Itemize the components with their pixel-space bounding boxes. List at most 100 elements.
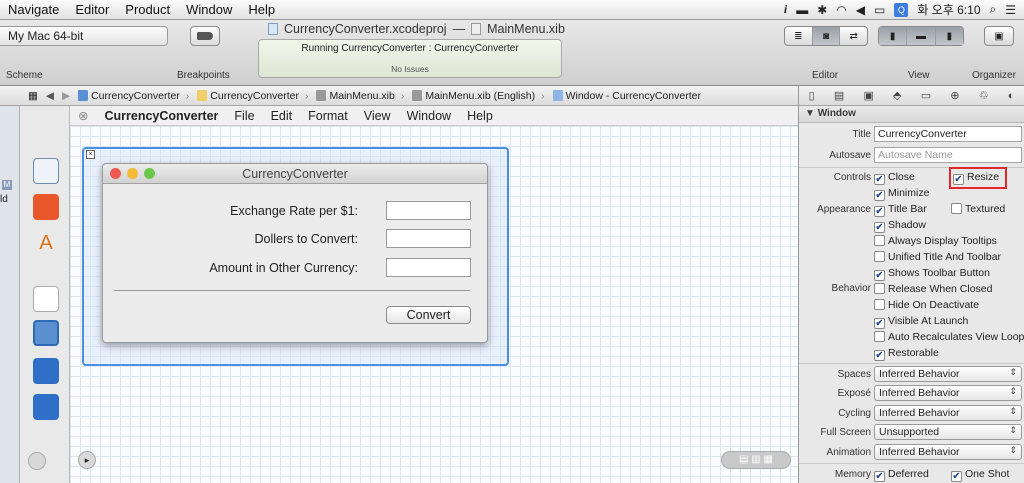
menu-editor[interactable]: Editor — [67, 2, 117, 17]
application-icon[interactable]: A — [33, 230, 59, 256]
debug-area-toggle-icon[interactable]: ▬ — [907, 27, 936, 45]
minimize-window-icon[interactable] — [127, 168, 138, 179]
exchange-rate-field[interactable] — [386, 201, 471, 220]
identity-inspector-icon[interactable]: ▣ — [863, 89, 873, 102]
notification-list-icon[interactable]: ☰ — [1005, 3, 1016, 17]
deferred-checkbox[interactable]: ✔ Deferred — [874, 468, 929, 482]
visible-launch-checkbox[interactable]: ✔ Visible At Launch — [874, 315, 968, 329]
title-bar-checkbox[interactable]: ✔ Title Bar — [874, 203, 927, 217]
object-cube-icon[interactable] — [33, 394, 59, 420]
behavior-label: Behavior — [831, 283, 871, 294]
checkbox-empty-icon — [874, 299, 885, 310]
utilities-toggle-icon[interactable]: ▮ — [935, 27, 963, 45]
one-shot-checkbox[interactable]: ✔ One Shot — [951, 468, 1009, 482]
convert-button[interactable]: Convert — [386, 306, 471, 324]
checkbox-checked-icon: ✔ — [874, 174, 885, 185]
document-outline-dock: A — [20, 106, 70, 483]
restorable-checkbox[interactable]: ✔ Restorable — [874, 347, 939, 361]
menubar-clock[interactable]: 화 오후 6:10 — [917, 1, 980, 18]
window-section-header[interactable]: ▼ Window — [799, 106, 1024, 123]
zoom-window-icon[interactable] — [144, 168, 155, 179]
size-inspector-icon[interactable]: ▭ — [921, 89, 931, 102]
checkbox-checked-icon: ✔ — [874, 222, 885, 233]
document-outline-toggle-icon[interactable]: ▸ — [78, 451, 96, 469]
breadcrumb-xib-english[interactable]: MainMenu.xib (English) › — [408, 90, 548, 102]
wifi-icon[interactable]: ◠ — [836, 3, 846, 17]
menu-window[interactable]: Window — [178, 2, 240, 17]
full-screen-label: Full Screen — [820, 427, 871, 438]
bindings-inspector-icon[interactable]: ♲ — [979, 89, 989, 102]
menu-product[interactable]: Product — [117, 2, 178, 17]
spotlight-icon[interactable]: ⌕ — [990, 2, 997, 17]
breadcrumb-window[interactable]: Window - CurrencyConverter — [549, 90, 705, 102]
unified-toolbar-checkbox[interactable]: Unified Title And Toolbar — [874, 251, 1001, 263]
show-outline-button[interactable] — [28, 452, 46, 470]
version-editor-icon[interactable]: ⇄ — [840, 27, 867, 45]
ib-menu-window[interactable]: Window — [399, 109, 459, 123]
bluetooth-icon[interactable]: ✱ — [817, 3, 827, 17]
effects-inspector-icon[interactable]: ◐ — [1008, 90, 1015, 102]
scheme-popup[interactable]: My Mac 64-bit — [0, 26, 168, 46]
recalc-loop-checkbox[interactable]: Auto Recalculates View Loop — [874, 331, 1024, 343]
cycling-popup[interactable]: Inferred Behavior ⇕ — [874, 405, 1022, 421]
file-inspector-icon[interactable]: ▯ — [809, 89, 815, 102]
navigator-toggle-icon[interactable]: ▮ — [879, 27, 908, 45]
breadcrumb-xib[interactable]: MainMenu.xib › — [312, 90, 408, 102]
close-frame-icon[interactable]: × — [86, 150, 95, 159]
ib-menu-help[interactable]: Help — [459, 109, 501, 123]
info-icon[interactable]: i — [784, 2, 787, 17]
hide-deactivate-checkbox[interactable]: Hide On Deactivate — [874, 299, 979, 311]
volume-icon[interactable]: ◀ — [856, 3, 865, 17]
window-object-icon[interactable] — [33, 320, 59, 346]
title-field[interactable]: CurrencyConverter — [874, 126, 1022, 142]
close-checkbox[interactable]: ✔ Close — [874, 171, 915, 185]
ib-menu-format[interactable]: Format — [300, 109, 356, 123]
connections-inspector-icon[interactable]: ⊕ — [950, 89, 959, 102]
textured-checkbox[interactable]: Textured — [951, 203, 1005, 215]
main-menu-icon[interactable] — [33, 286, 59, 312]
tooltips-checkbox[interactable]: Always Display Tooltips — [874, 235, 997, 247]
layout-controls[interactable]: ▤ ▥ ▦ — [721, 451, 791, 469]
autosave-field[interactable]: Autosave Name — [874, 147, 1022, 163]
ib-menu-app[interactable]: CurrencyConverter — [96, 109, 226, 123]
files-owner-icon[interactable] — [33, 158, 59, 184]
close-menu-icon[interactable]: ⊗ — [70, 108, 96, 123]
back-arrow-icon[interactable]: ◀ — [42, 90, 58, 102]
breadcrumb-project[interactable]: CurrencyConverter › — [74, 90, 193, 102]
ib-menu-view[interactable]: View — [356, 109, 399, 123]
release-closed-checkbox[interactable]: Release When Closed — [874, 283, 992, 295]
menu-help[interactable]: Help — [240, 2, 283, 17]
amount-field[interactable] — [386, 258, 471, 277]
object-cube-icon[interactable] — [33, 358, 59, 384]
app-window[interactable]: CurrencyConverter Exchange Rate per $1: … — [102, 163, 488, 343]
input-source-icon[interactable]: Q — [894, 2, 909, 17]
app-window-titlebar[interactable]: CurrencyConverter — [103, 164, 487, 184]
ib-menu-edit[interactable]: Edit — [263, 109, 301, 123]
quick-help-icon[interactable]: ▤ — [834, 89, 844, 102]
dollars-field[interactable] — [386, 229, 471, 248]
minimize-checkbox[interactable]: ✔ Minimize — [874, 187, 929, 201]
attributes-inspector-icon[interactable]: ⬘ — [893, 89, 901, 102]
breakpoints-button[interactable] — [190, 26, 220, 46]
breadcrumb-group[interactable]: CurrencyConverter › — [193, 90, 312, 102]
toolbar-button-checkbox[interactable]: ✔ Shows Toolbar Button — [874, 267, 990, 281]
first-responder-icon[interactable] — [33, 194, 59, 220]
animation-popup[interactable]: Inferred Behavior ⇕ — [874, 444, 1022, 460]
shadow-checkbox[interactable]: ✔ Shadow — [874, 219, 926, 233]
battery-icon[interactable]: ▭ — [874, 3, 885, 17]
window-icon — [552, 90, 563, 101]
keyboard-icon[interactable]: ▬ — [796, 3, 808, 17]
close-window-icon[interactable] — [110, 168, 121, 179]
breakpoint-icon — [197, 32, 213, 40]
menu-navigate[interactable]: Navigate — [0, 2, 67, 17]
standard-editor-icon[interactable]: ≣ — [785, 27, 813, 45]
assistant-editor-icon[interactable]: ◙ — [812, 27, 841, 45]
full-screen-popup[interactable]: Unsupported ⇕ — [874, 424, 1022, 440]
expose-popup[interactable]: Inferred Behavior ⇕ — [874, 385, 1022, 401]
organizer-button[interactable]: ▣ — [984, 26, 1014, 46]
forward-arrow-icon[interactable]: ▶ — [58, 90, 74, 102]
checkbox-checked-icon: ✔ — [874, 471, 885, 482]
related-items-icon[interactable]: ▦ — [0, 90, 42, 102]
spaces-popup[interactable]: Inferred Behavior ⇕ — [874, 366, 1022, 382]
ib-menu-file[interactable]: File — [226, 109, 262, 123]
